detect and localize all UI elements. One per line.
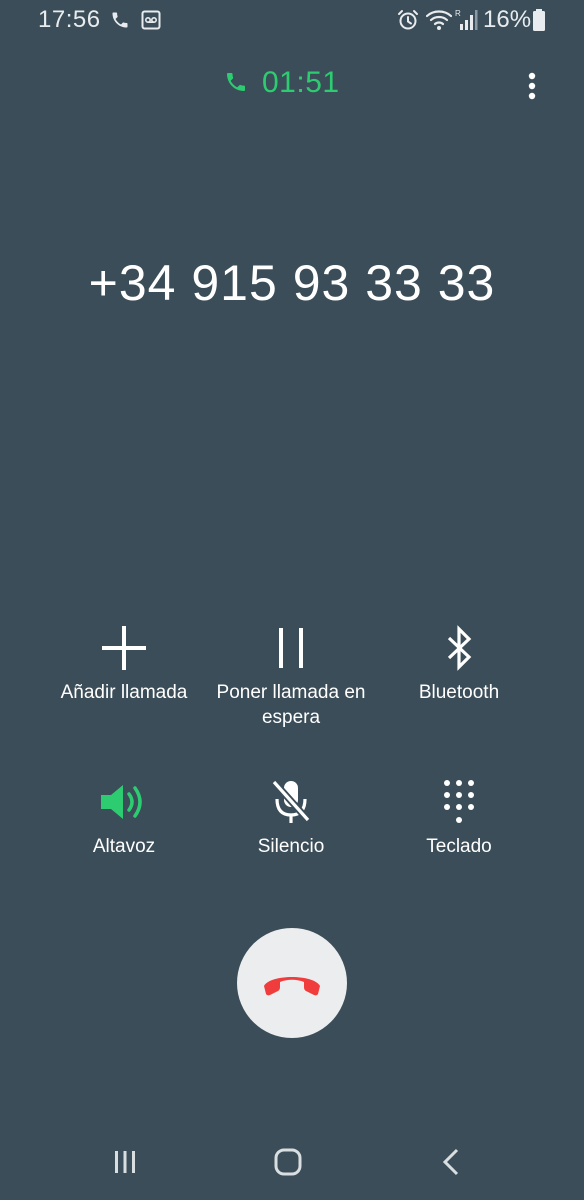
keypad-button[interactable]: Teclado [369,776,549,859]
bluetooth-label: Bluetooth [418,682,500,703]
alarm-icon [396,8,420,37]
bluetooth-icon [447,625,472,671]
battery-icon [532,8,546,37]
hold-call-button[interactable]: Poner llamada en espera [201,622,381,730]
speaker-button[interactable]: Altavoz [34,776,214,859]
add-call-label: Añadir llamada [60,682,188,703]
mute-label: Silencio [257,836,325,857]
signal-icon: R [454,8,478,37]
recents-button[interactable] [95,1140,155,1184]
add-call-icon [102,626,146,670]
end-call-button[interactable] [237,928,347,1038]
add-call-button[interactable]: Añadir llamada [34,622,214,705]
caller-number: +34 915 93 33 33 [88,255,496,311]
keypad-label: Teclado [426,836,492,857]
speaker-icon [101,785,142,819]
speaker-label: Altavoz [92,836,156,857]
bluetooth-button[interactable]: Bluetooth [369,622,549,705]
keypad-icon [444,780,474,823]
svg-text:R: R [455,9,461,18]
mute-icon [271,779,311,823]
hold-call-label: Poner llamada en espera [216,682,366,728]
call-header: 01:51 [0,62,584,106]
voicemail-icon [141,10,161,35]
wifi-icon [425,8,453,37]
more-options-button[interactable] [516,68,548,104]
status-bar: 17:56 R 16% [0,0,584,40]
call-timer: 01:51 [262,66,340,99]
hold-icon [279,628,303,668]
mute-button[interactable]: Silencio [201,776,381,859]
end-call-icon [264,977,320,996]
back-icon [442,1148,459,1176]
active-call-icon [224,70,248,99]
home-button[interactable] [258,1140,318,1184]
back-button[interactable] [422,1140,482,1184]
phone-icon [110,10,130,35]
recents-icon [115,1151,135,1173]
more-vert-icon [528,72,536,100]
battery-percent: 16% [483,6,532,33]
home-icon [274,1148,302,1176]
status-time: 17:56 [38,6,101,33]
